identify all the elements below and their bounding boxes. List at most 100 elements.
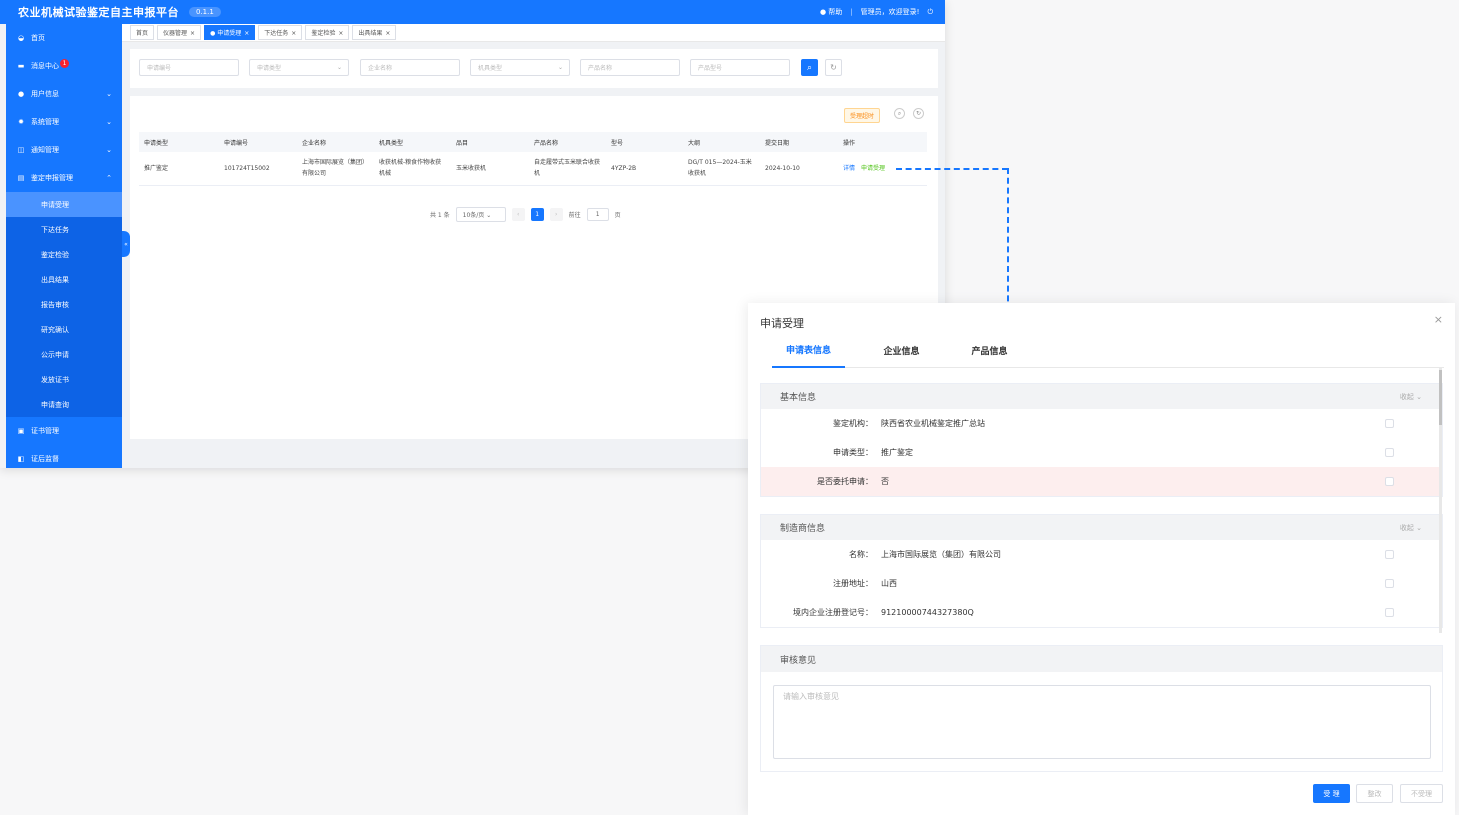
tab-home[interactable]: 首页 [130,25,155,40]
header-right: ● 帮助 | 管理员，欢迎登录! ⏻ [820,7,933,17]
close-icon[interactable]: × [291,30,296,37]
collapse-toggle[interactable]: 收起 ⌄ [1400,523,1422,533]
column-header: 申请类型 [139,132,219,152]
sidebar-subitem-confirm[interactable]: 研究确认 [6,317,122,342]
page-number-button[interactable]: 1 [530,208,544,221]
goto-page-input[interactable]: 1 [586,208,609,221]
field-value: 推广鉴定 [881,448,913,457]
help-label: 帮助 [828,8,843,16]
header-divider: | [850,8,853,16]
appraisal-submenu: 申请受理 下达任务 鉴定检验 出具结果 报告审核 研究确认 公示申请 发放证书 … [6,192,122,417]
field-label: 境内企业注册登记号： [793,608,873,617]
sidebar-subitem-accept[interactable]: 申请受理 [6,192,122,217]
application-type-select[interactable]: 申请类型 ⌄ [249,59,349,76]
sidebar-item-home[interactable]: ◒ 首页 [6,24,122,52]
field-checkbox[interactable] [1385,419,1394,428]
help-link[interactable]: ● 帮助 [820,7,842,17]
page-size-select[interactable]: 10条/页 ⌄ [455,207,506,222]
chevron-down-icon: ⌄ [336,64,342,71]
sidebar-subitem-report-review[interactable]: 报告审核 [6,292,122,317]
detail-link[interactable]: 详情 [843,165,855,172]
chevron-down-icon: ⌄ [486,212,492,219]
close-icon[interactable]: × [385,30,390,37]
section-header: 基本信息 收起 ⌄ [761,384,1442,409]
total-count: 共 1 条 [430,212,450,219]
review-title: 审核意见 [761,646,1442,672]
table-header-row: 申请类型 申请编号 企业名称 机具类型 品目 产品名称 型号 大纲 提交日期 操… [139,132,927,152]
chevron-up-icon: ⌃ [106,174,112,182]
collapse-toggle[interactable]: 收起 ⌄ [1400,392,1422,402]
company-name-input[interactable]: 企业名称 [360,59,460,76]
tab-application-form[interactable]: 申请表信息 [772,333,845,368]
machine-type-select[interactable]: 机具类型 ⌄ [470,59,570,76]
sidebar-subitem-certificate-issue[interactable]: 发放证书 [6,367,122,392]
column-header: 提交日期 [760,132,838,152]
application-number-input[interactable]: 申请编号 [139,59,239,76]
product-name-input[interactable]: 产品名称 [580,59,680,76]
sidebar-item-supervision[interactable]: ◧ 证后监督 [6,445,122,468]
sidebar-subitem-query[interactable]: 申请查询 [6,392,122,417]
sidebar-item-certificates[interactable]: ▣ 证书管理 [6,417,122,445]
overtime-button[interactable]: 受理超时 [844,108,881,123]
field-checkbox[interactable] [1385,448,1394,457]
field-checkbox[interactable] [1385,477,1394,486]
sidebar-subitem-task[interactable]: 下达任务 [6,217,122,242]
next-page-button[interactable]: › [549,208,563,221]
page-size-value: 10条/页 [462,212,485,219]
tab-label: 下达任务 [264,30,289,37]
tab-inspection[interactable]: 鉴定检验 × [305,25,350,40]
sidebar-item-messages[interactable]: ▬ 消息中心 1 [6,52,122,80]
review-section: 审核意见 [760,645,1443,772]
close-icon[interactable]: × [338,30,343,37]
power-icon[interactable]: ⏻ [927,8,933,17]
form-row-highlighted: 是否委托申请： 否 [761,467,1442,496]
outline-link[interactable]: DG/T 015—2024-玉米收获机 [683,152,760,186]
close-icon[interactable]: × [190,30,195,37]
tab-task[interactable]: 下达任务 × [258,25,303,40]
accept-button[interactable]: 受 理 [1313,784,1350,803]
sidebar-subitem-result[interactable]: 出具结果 [6,267,122,292]
field-checkbox[interactable] [1385,608,1394,617]
search-toggle-icon[interactable]: ⌕ [894,108,905,119]
column-header: 型号 [606,132,683,152]
sidebar-item-user-info[interactable]: ● 用户信息 ⌄ [6,80,122,108]
close-icon[interactable]: × [1434,313,1443,326]
refresh-icon[interactable]: ↻ [913,108,924,119]
reject-button[interactable]: 不受理 [1400,784,1443,803]
dialog-tabs: 申请表信息 企业信息 产品信息 [772,333,1444,368]
close-icon[interactable]: × [244,30,249,37]
field-checkbox[interactable] [1385,550,1394,559]
form-row: 注册地址： 山西 [761,569,1442,598]
column-header: 产品名称 [529,132,606,152]
table-row: 推广鉴定 101724T15002 上海市国际展览（集团）有限公司 收获机械-粮… [139,152,927,186]
field-checkbox[interactable] [1385,579,1394,588]
reset-button[interactable]: ↻ [825,59,842,76]
field-label: 申请类型： [833,448,873,457]
review-comment-textarea[interactable] [773,685,1431,759]
tab-company-info[interactable]: 企业信息 [845,333,958,368]
tab-label: 首页 [136,30,149,37]
sidebar-subitem-inspection[interactable]: 鉴定检验 [6,242,122,267]
tab-accept[interactable]: ● 申请受理 × [204,25,256,40]
sidebar-collapse-handle[interactable]: « [122,231,130,257]
sidebar-subitem-publicity[interactable]: 公示申请 [6,342,122,367]
sidebar-item-notices[interactable]: ◫ 通知管理 ⌄ [6,136,122,164]
app-title: 农业机械试验鉴定自主申报平台 [18,6,179,19]
sidebar-item-system[interactable]: ✹ 系统管理 ⌄ [6,108,122,136]
sidebar-item-label: 通知管理 [31,146,59,154]
tab-product-info[interactable]: 产品信息 [958,333,1021,368]
prev-page-button[interactable]: ‹ [511,208,525,221]
tab-result[interactable]: 出具结果 × [352,25,397,40]
scrollbar-thumb[interactable] [1439,370,1442,425]
field-value: 91210000744327380Q [881,608,974,617]
tab-instruments[interactable]: 仪器管理 × [157,25,202,40]
version-badge: 0.1.1 [189,7,221,17]
supervision-icon: ◧ [17,455,25,463]
rectify-button[interactable]: 整改 [1356,784,1393,803]
search-panel: 申请编号 申请类型 ⌄ 企业名称 机具类型 ⌄ 产品名称 产品型号 ⌕ ↻ [130,49,938,88]
product-model-input[interactable]: 产品型号 [690,59,790,76]
scrollbar[interactable] [1439,368,1442,633]
accept-application-link[interactable]: 申请受理 [861,165,885,172]
search-button[interactable]: ⌕ [801,59,818,76]
sidebar-item-appraisal[interactable]: ▤ 鉴定申报管理 ⌃ [6,164,122,192]
